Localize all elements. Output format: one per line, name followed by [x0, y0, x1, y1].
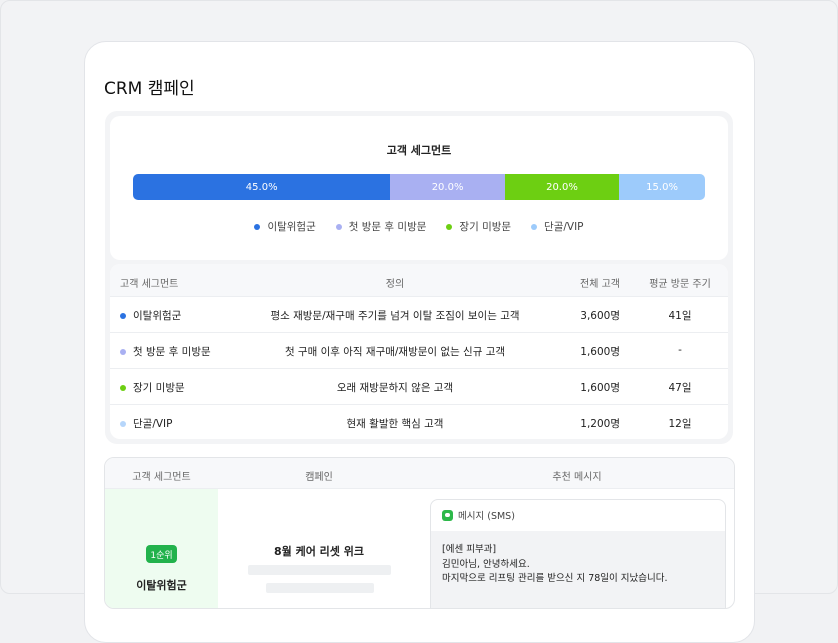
bar-segment-label: 20.0%	[431, 181, 464, 193]
legend-label: 장기 미방문	[459, 221, 512, 233]
bar-segment: 45.0%	[133, 174, 391, 200]
bar-segment: 15.0%	[619, 174, 705, 200]
legend-item: 이탈위험군	[254, 219, 316, 234]
definition-cell: 평소 재방문/재구매 주기를 넘겨 이탈 조짐이 보이는 고객	[270, 310, 520, 322]
skeleton-line	[266, 583, 374, 593]
table-row[interactable]: 장기 미방문 오래 재방문하지 않은 고객 1,600명 47일	[110, 368, 728, 405]
header-segment: 고객 세그먼트	[132, 472, 191, 483]
campaign-segment-cell: 1순위 이탈위험군	[105, 489, 218, 608]
legend-dot-icon	[531, 223, 538, 230]
campaign-name: 8월 케어 리셋 위크	[274, 545, 364, 558]
legend-dot-icon	[254, 223, 261, 230]
recommended-message[interactable]: 메시지 (SMS) [에센 피부과] 김민아님, 안녕하세요. 마지막으로 리프…	[430, 499, 726, 608]
campaign-table-header: 고객 세그먼트 캠페인 추천 메시지	[105, 458, 734, 489]
rank-badge: 1순위	[146, 545, 177, 563]
segment-name: 단골/VIP	[133, 418, 173, 430]
cycle-cell: 12일	[668, 418, 692, 430]
header-cycle: 평균 방문 주기	[649, 279, 711, 290]
definition-cell: 첫 구매 이후 아직 재구매/재방문이 없는 신규 고객	[284, 346, 506, 358]
header-total: 전체 고객	[580, 279, 620, 290]
segment-name: 첫 방문 후 미방문	[133, 346, 211, 358]
header-message: 추천 메시지	[552, 472, 602, 483]
total-cell: 1,600명	[580, 346, 620, 358]
total-cell: 1,200명	[580, 418, 620, 430]
legend-item: 장기 미방문	[446, 219, 511, 234]
definition-cell: 오래 재방문하지 않은 고객	[336, 382, 454, 394]
legend-item: 첫 방문 후 미방문	[335, 219, 427, 234]
campaign-segment-name: 이탈위험군	[136, 579, 187, 592]
page-title: CRM 캠페인	[104, 79, 195, 99]
legend-item: 단골/VIP	[531, 219, 584, 234]
chart-legend: 이탈위험군 첫 방문 후 미방문 장기 미방문 단골/VIP	[110, 219, 728, 234]
legend-label: 이탈위험군	[267, 221, 316, 233]
header-segment: 고객 세그먼트	[120, 279, 179, 290]
stacked-bar: 45.0% 20.0% 20.0% 15.0%	[133, 174, 705, 200]
segment-cell: 장기 미방문	[120, 380, 185, 395]
segment-table-header: 고객 세그먼트 정의 전체 고객 평균 방문 주기	[110, 264, 728, 297]
cycle-cell: -	[678, 344, 682, 356]
segment-cell: 이탈위험군	[120, 308, 181, 323]
legend-dot-icon	[335, 223, 342, 230]
bar-segment-label: 15.0%	[646, 181, 678, 193]
legend-dot-icon	[446, 223, 453, 230]
bar-segment-label: 20.0%	[546, 181, 578, 193]
legend-label: 단골/VIP	[544, 221, 584, 233]
message-type: 메시지 (SMS)	[458, 511, 515, 522]
bar-segment-label: 45.0%	[245, 181, 278, 193]
bar-segment: 20.0%	[390, 174, 505, 200]
segment-dot-icon	[120, 312, 126, 319]
segment-dot-icon	[120, 384, 126, 391]
campaign-table: 고객 세그먼트 캠페인 추천 메시지 1순위 이탈위험군 8월 케어 리셋 위크…	[104, 457, 735, 609]
legend-label: 첫 방문 후 미방문	[348, 221, 427, 233]
header-campaign: 캠페인	[305, 472, 333, 483]
table-row[interactable]: 첫 방문 후 미방문 첫 구매 이후 아직 재구매/재방문이 없는 신규 고객 1,…	[110, 332, 728, 369]
message-line: [에센 피부과]	[442, 544, 497, 555]
cycle-cell: 47일	[668, 382, 692, 394]
table-row[interactable]: 단골/VIP 현재 활발한 핵심 고객 1,200명 12일	[110, 404, 728, 439]
segment-dot-icon	[120, 420, 126, 427]
cycle-cell: 41일	[668, 310, 692, 322]
skeleton-line	[248, 565, 391, 575]
message-line: 마지막으로 리프팅 관리를 받으신 지 78일이 지났습니다.	[442, 573, 668, 584]
segment-chart: 고객 세그먼트 45.0% 20.0% 20.0% 15.0% 이탈위험군 첫 방문 후…	[110, 116, 728, 260]
table-row[interactable]: 이탈위험군 평소 재방문/재구매 주기를 넘겨 이탈 조짐이 보이는 고객 3,60…	[110, 296, 728, 333]
segment-cell: 단골/VIP	[120, 416, 172, 431]
segment-name: 장기 미방문	[133, 382, 185, 394]
definition-cell: 현재 활발한 핵심 고객	[346, 418, 444, 430]
message-body: [에센 피부과] 김민아님, 안녕하세요. 마지막으로 리프팅 관리를 받으신 …	[431, 531, 725, 608]
total-cell: 3,600명	[580, 310, 620, 322]
total-cell: 1,600명	[580, 382, 620, 394]
segment-dot-icon	[120, 348, 126, 355]
bar-segment: 20.0%	[504, 174, 620, 200]
sms-icon	[442, 509, 453, 521]
segment-name: 이탈위험군	[133, 310, 182, 322]
segment-cell: 첫 방문 후 미방문	[120, 344, 211, 359]
chart-title: 고객 세그먼트	[386, 144, 452, 157]
message-line: 김민아님, 안녕하세요.	[442, 558, 530, 570]
message-type-header: 메시지 (SMS)	[431, 500, 725, 530]
segment-table: 고객 세그먼트 정의 전체 고객 평균 방문 주기 이탈위험군 평소 재방문/재구…	[110, 264, 728, 439]
header-definition: 정의	[385, 279, 405, 290]
